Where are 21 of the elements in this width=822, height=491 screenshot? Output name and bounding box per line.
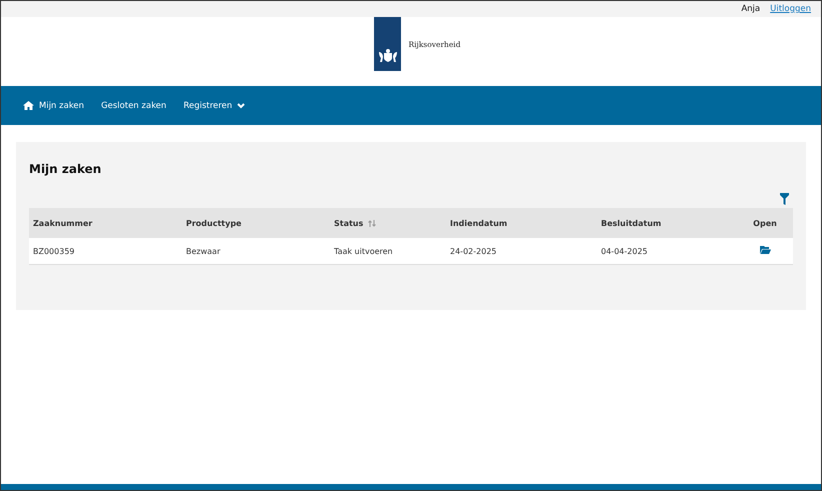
page-title: Mijn zaken: [29, 161, 102, 178]
table-cell: 04-04-2025: [601, 246, 648, 256]
table-cell: Taak uitvoeren: [334, 246, 393, 256]
nav-link[interactable]: Mijn zaken: [23, 100, 84, 110]
folder-icon[interactable]: [760, 246, 770, 254]
logout-link[interactable]: Uitloggen: [770, 4, 811, 14]
table-cell: Bezwaar: [186, 246, 220, 256]
column-header[interactable]: Status: [334, 218, 376, 228]
table-cell: BZ000359: [33, 246, 75, 256]
table-cell: 24-02-2025: [450, 246, 496, 256]
chevron-down-icon: [237, 102, 246, 108]
nav-link[interactable]: Gesloten zaken: [101, 100, 166, 110]
column-header[interactable]: Besluitdatum: [601, 218, 662, 228]
nav-link[interactable]: Registreren: [183, 100, 246, 110]
user-name: Anja: [741, 4, 760, 14]
home-icon: [23, 101, 34, 110]
filter-icon[interactable]: [780, 193, 789, 205]
column-header[interactable]: Zaaknummer: [33, 218, 92, 228]
column-header[interactable]: Indiendatum: [450, 218, 508, 228]
column-header[interactable]: Open: [753, 218, 777, 228]
column-header[interactable]: Producttype: [186, 218, 242, 228]
